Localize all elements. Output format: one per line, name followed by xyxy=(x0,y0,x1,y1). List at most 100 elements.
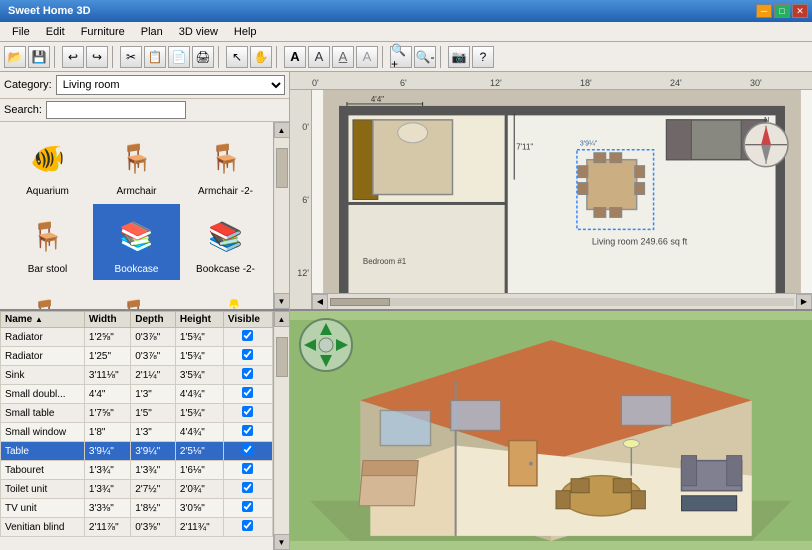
cell-visible[interactable] xyxy=(223,366,272,385)
scroll-thumb[interactable] xyxy=(276,148,288,188)
table-scroll-thumb[interactable] xyxy=(276,337,288,377)
scroll-down-btn[interactable]: ▼ xyxy=(274,293,290,309)
cell-visible[interactable] xyxy=(223,442,272,461)
table-row[interactable]: Table3'9¼"3'9¼"2'5⅛" xyxy=(1,442,273,461)
menu-file[interactable]: File xyxy=(4,24,38,40)
scroll-up-btn[interactable]: ▲ xyxy=(274,122,290,138)
table-scroll-down[interactable]: ▼ xyxy=(274,534,290,550)
furniture-scrollbar[interactable]: ▲ ▼ xyxy=(273,122,289,309)
select-tool[interactable]: ↖ xyxy=(226,46,248,68)
search-input[interactable] xyxy=(46,101,186,119)
zoom-in-button[interactable]: 🔍+ xyxy=(390,46,412,68)
save-button[interactable]: 💾 xyxy=(28,46,50,68)
help-button[interactable]: ? xyxy=(472,46,494,68)
furniture-icon-coffeetable: 🛋️ xyxy=(196,287,256,309)
cell-visible[interactable] xyxy=(223,347,272,366)
visible-checkbox[interactable] xyxy=(242,387,253,398)
col-depth[interactable]: Depth xyxy=(131,312,176,328)
menu-furniture[interactable]: Furniture xyxy=(73,24,133,40)
table-row[interactable]: Small window1'8"1'3"4'4¾" xyxy=(1,423,273,442)
h-scroll-right[interactable]: ▶ xyxy=(796,294,812,310)
furniture-icon-bookcase2: 📚 xyxy=(196,209,256,264)
menu-3dview[interactable]: 3D view xyxy=(171,24,226,40)
cell-width: 1'3¾" xyxy=(84,480,130,499)
furniture-item-barstool[interactable]: 🪑Bar stool xyxy=(4,204,91,280)
h-scroll-thumb[interactable] xyxy=(330,298,390,306)
col-visible[interactable]: Visible xyxy=(223,312,272,328)
table-row[interactable]: Venitian blind2'11⅞"0'3⅝"2'11¾" xyxy=(1,518,273,537)
table-row[interactable]: Radiator1'2⅝"0'3⅞"1'5¾" xyxy=(1,328,273,347)
pan-tool[interactable]: ✋ xyxy=(250,46,272,68)
col-name[interactable]: Name ▲ xyxy=(1,312,85,328)
category-label: Category: xyxy=(4,79,52,91)
h-scrollbar[interactable]: ◀ ▶ xyxy=(312,293,812,309)
cell-visible[interactable] xyxy=(223,385,272,404)
table-scrollbar[interactable]: ▲ ▼ xyxy=(273,311,289,550)
visible-checkbox[interactable] xyxy=(242,406,253,417)
furniture-item-bookcase[interactable]: 📚Bookcase xyxy=(93,204,180,280)
visible-checkbox[interactable] xyxy=(242,368,253,379)
minimize-button[interactable]: ─ xyxy=(756,4,772,18)
visible-checkbox[interactable] xyxy=(242,501,253,512)
visible-checkbox[interactable] xyxy=(242,520,253,531)
svg-text:Bedroom #1: Bedroom #1 xyxy=(363,257,407,266)
menu-plan[interactable]: Plan xyxy=(133,24,171,40)
menu-help[interactable]: Help xyxy=(226,24,265,40)
furniture-label-armchair2: Armchair -2- xyxy=(198,186,253,197)
furniture-item-chair2[interactable]: 🪑Chair -2- xyxy=(93,282,180,309)
table-row[interactable]: Sink3'11⅛"2'1¼"3'5¾" xyxy=(1,366,273,385)
text-a1[interactable]: A xyxy=(284,46,306,68)
print-button[interactable]: 🖨 xyxy=(192,46,214,68)
text-a2[interactable]: A xyxy=(308,46,330,68)
zoom-out-button[interactable]: 🔍- xyxy=(414,46,436,68)
table-row[interactable]: Small doubl...4'4"1'3"4'4¾" xyxy=(1,385,273,404)
undo-button[interactable]: ↩ xyxy=(62,46,84,68)
h-scroll-left[interactable]: ◀ xyxy=(312,294,328,310)
floor-plan-canvas[interactable]: My home 84.89 sq ft xyxy=(312,90,812,309)
visible-checkbox[interactable] xyxy=(242,463,253,474)
table-row[interactable]: Tabouret1'3¾"1'3¾"1'6⅛" xyxy=(1,461,273,480)
cell-visible[interactable] xyxy=(223,328,272,347)
furniture-item-bookcase2[interactable]: 📚Bookcase -2- xyxy=(182,204,269,280)
table-row[interactable]: TV unit3'3⅜"1'8½"3'0⅝" xyxy=(1,499,273,518)
cell-visible[interactable] xyxy=(223,461,272,480)
visible-checkbox[interactable] xyxy=(242,444,253,455)
furniture-item-coffeetable[interactable]: 🛋️Coffee table xyxy=(182,282,269,309)
navigation-control[interactable] xyxy=(298,317,354,373)
cell-visible[interactable] xyxy=(223,423,272,442)
visible-checkbox[interactable] xyxy=(242,425,253,436)
furniture-grid: 🐠Aquarium🪑Armchair🪑Armchair -2- 🪑Bar stoo… xyxy=(0,122,273,309)
cell-visible[interactable] xyxy=(223,518,272,537)
cell-visible[interactable] xyxy=(223,499,272,518)
open-button[interactable]: 📂 xyxy=(4,46,26,68)
table-scroll-track xyxy=(275,327,289,534)
paste-button[interactable]: 📄 xyxy=(168,46,190,68)
furniture-item-chair[interactable]: 🪑Chair xyxy=(4,282,91,309)
camera-button[interactable]: 📷 xyxy=(448,46,470,68)
col-width[interactable]: Width xyxy=(84,312,130,328)
category-select[interactable]: Living room Bedroom Kitchen Bathroom Out… xyxy=(56,75,285,95)
cell-visible[interactable] xyxy=(223,404,272,423)
close-button[interactable]: ✕ xyxy=(792,4,808,18)
furniture-item-aquarium[interactable]: 🐠Aquarium xyxy=(4,126,91,202)
furniture-item-armchair[interactable]: 🪑Armchair xyxy=(93,126,180,202)
table-row[interactable]: Small table1'7⅝"1'5"1'5¾" xyxy=(1,404,273,423)
cut-button[interactable]: ✂ xyxy=(120,46,142,68)
cell-visible[interactable] xyxy=(223,480,272,499)
furniture-item-armchair2[interactable]: 🪑Armchair -2- xyxy=(182,126,269,202)
table-scroll-up[interactable]: ▲ xyxy=(274,311,290,327)
table-row[interactable]: Radiator1'25"0'3⅞"1'5¾" xyxy=(1,347,273,366)
view-3d-area[interactable] xyxy=(290,311,812,550)
redo-button[interactable]: ↪ xyxy=(86,46,108,68)
maximize-button[interactable]: □ xyxy=(774,4,790,18)
visible-checkbox[interactable] xyxy=(242,349,253,360)
text-a3[interactable]: A xyxy=(332,46,354,68)
visible-checkbox[interactable] xyxy=(242,330,253,341)
col-height[interactable]: Height xyxy=(175,312,223,328)
right-panel: 0' 6' 12' 18' 24' 30' 0' 6' 12' My home xyxy=(290,72,812,550)
copy-button[interactable]: 📋 xyxy=(144,46,166,68)
visible-checkbox[interactable] xyxy=(242,482,253,493)
menu-edit[interactable]: Edit xyxy=(38,24,73,40)
text-a4[interactable]: A xyxy=(356,46,378,68)
table-row[interactable]: Toilet unit1'3¾"2'7½"2'0¾" xyxy=(1,480,273,499)
